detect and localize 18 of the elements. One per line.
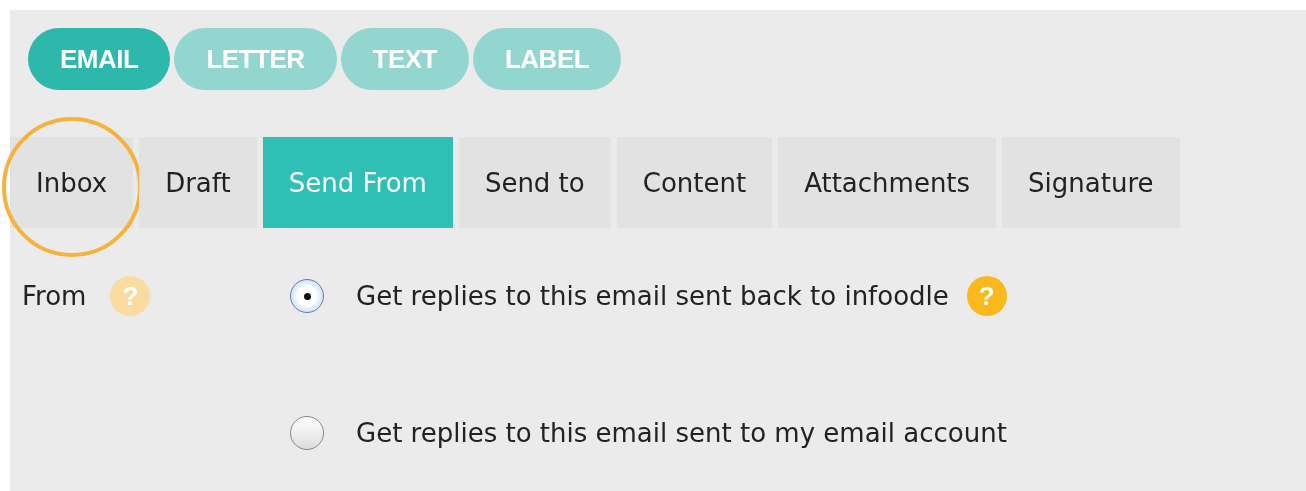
- help-icon[interactable]: ?: [966, 276, 1007, 316]
- mode-pill[interactable]: LETTER: [174, 28, 337, 90]
- radio-button[interactable]: [290, 279, 324, 313]
- tab[interactable]: Inbox: [10, 137, 134, 228]
- tab[interactable]: Content: [616, 137, 773, 228]
- tab[interactable]: Send From: [262, 137, 453, 228]
- radio-button[interactable]: [290, 416, 324, 450]
- field-label: From: [22, 281, 87, 311]
- mode-pill[interactable]: LABEL: [472, 28, 622, 90]
- tab[interactable]: Draft: [139, 137, 257, 228]
- help-icon[interactable]: ?: [110, 276, 151, 316]
- mode-pill[interactable]: EMAIL: [28, 28, 171, 90]
- tab[interactable]: Send to: [458, 137, 611, 228]
- tab[interactable]: Signature: [1002, 137, 1180, 228]
- mode-pill[interactable]: TEXT: [340, 28, 469, 90]
- option-label: Get replies to this email sent back to infoodle: [356, 281, 949, 311]
- tab[interactable]: Attachments: [778, 137, 997, 228]
- option-label: Get replies to this email sent to my email account: [356, 418, 1007, 448]
